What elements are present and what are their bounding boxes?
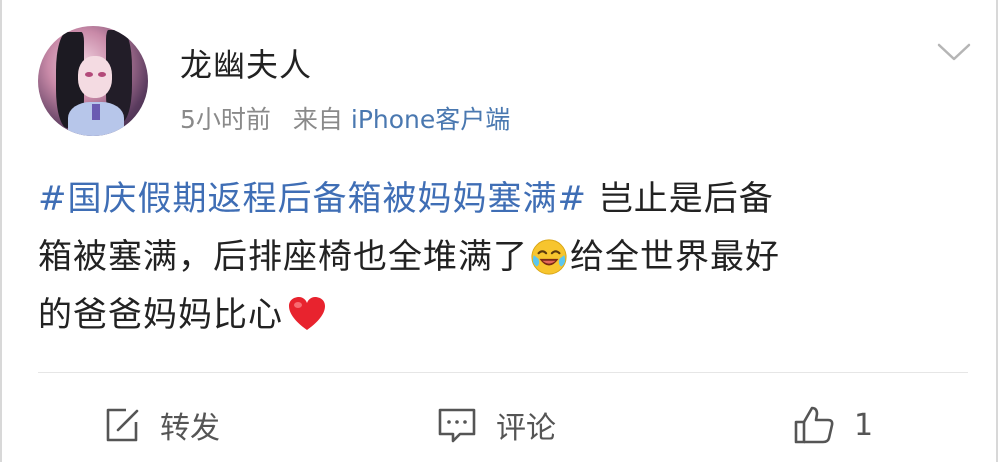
repost-label: 转发 [160, 411, 220, 446]
username[interactable]: 龙幽夫人 [180, 40, 312, 86]
like-button[interactable]: 1 [792, 400, 873, 450]
repost-button[interactable]: 转发 [102, 400, 220, 450]
source-client-link[interactable]: iPhone客户端 [351, 105, 510, 134]
divider [38, 372, 968, 373]
post-text-1: 岂止是后备 [598, 179, 774, 219]
post-time: 5小时前 [180, 105, 271, 134]
source-prefix: 来自 [292, 105, 343, 134]
laugh-cry-emoji-icon [531, 239, 567, 275]
post-content: #国庆假期返程后备箱被妈妈塞满# 岂止是后备 箱被塞满，后排座椅也全堆满了 给全… [38, 170, 978, 344]
post-text-2b: 给全世界最好 [570, 237, 780, 277]
thumbs-up-icon [794, 406, 834, 444]
like-count: 1 [854, 407, 874, 443]
hashtag-link[interactable]: #国庆假期返程后备箱被妈妈塞满# [38, 179, 587, 219]
avatar[interactable] [38, 26, 148, 136]
repost-icon [106, 408, 139, 442]
post-text-3: 的爸爸妈妈比心 [38, 295, 283, 335]
comment-label: 评论 [496, 411, 556, 446]
post-meta: 5小时前 来自 iPhone客户端 [180, 100, 510, 136]
comment-button[interactable]: 评论 [436, 400, 556, 450]
comment-icon [438, 408, 476, 443]
heart-emoji-icon [289, 297, 325, 330]
chevron-down-icon[interactable] [936, 40, 972, 64]
post-text-2: 箱被塞满，后排座椅也全堆满了 [38, 237, 528, 277]
post-card: 龙幽夫人 5小时前 来自 iPhone客户端 #国庆假期返程后备箱被妈妈塞满# 岂… [0, 0, 998, 462]
